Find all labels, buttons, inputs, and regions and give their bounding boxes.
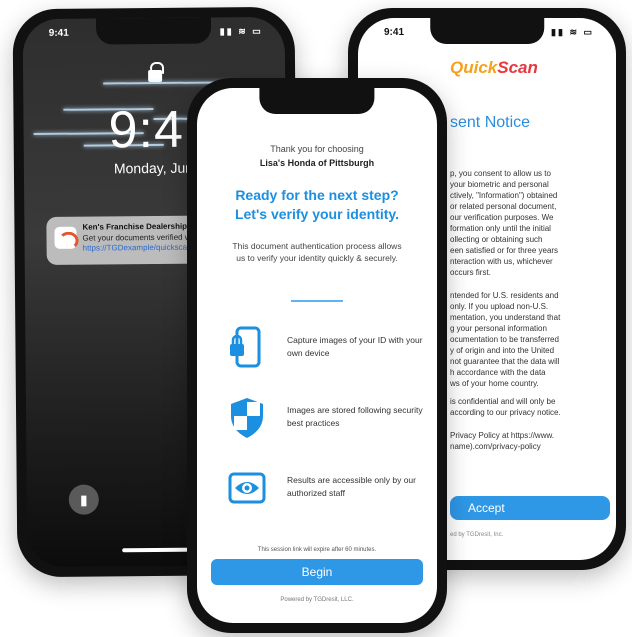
accept-label: Accept bbox=[468, 501, 505, 515]
feature-text: Capture images of your ID with your own … bbox=[287, 335, 423, 358]
mockup-stage: 9:41 ▮▮ ≋ ▭ 9:41 Monday, June Ken's Fran… bbox=[0, 0, 632, 637]
status-time: 9:41 bbox=[384, 27, 405, 38]
divider bbox=[291, 300, 343, 302]
consent-title: sent Notice bbox=[450, 114, 531, 131]
status-icons: ▮▮ ≋ ▭ bbox=[219, 26, 263, 37]
feature-item: Capture images of your ID with your own … bbox=[227, 326, 423, 370]
quickscan-logo: QuickScan bbox=[450, 58, 538, 78]
powered-by: Powered by TGDresit, LLC. bbox=[280, 597, 354, 603]
powered-by: ed by TGDresit, Inc. bbox=[450, 532, 504, 538]
page-heading: Ready for the next step? Let's verify yo… bbox=[197, 186, 437, 224]
thanks-text: Thank you for choosing bbox=[270, 144, 364, 154]
status-bar: 9:41 ▮▮ ≋ ▭ bbox=[358, 27, 616, 43]
dealer-name: Lisa's Honda of Pittsburgh bbox=[259, 158, 375, 168]
flashlight-icon[interactable]: ▮ bbox=[68, 484, 99, 515]
feature-text: Images are stored following security bes… bbox=[287, 405, 423, 428]
consent-paragraph: is confidential and will only be accordi… bbox=[450, 397, 561, 417]
expire-note: This session link will expire after 60 m… bbox=[257, 547, 377, 553]
shield-icon bbox=[227, 396, 267, 440]
heading-line-2: Let's verify your identity. bbox=[234, 206, 400, 222]
feature-item: Images are stored following security bes… bbox=[227, 396, 423, 440]
consent-paragraph: p, you consent to allow us to your biome… bbox=[450, 169, 559, 277]
status-icons: ▮▮ ≋ ▭ bbox=[551, 27, 594, 37]
verify-phone: Thank you for choosing Lisa's Honda of P… bbox=[187, 78, 447, 633]
brand-quick: Quick bbox=[450, 58, 498, 77]
description: This document authentication process all… bbox=[232, 241, 402, 263]
phone-id-icon bbox=[227, 326, 267, 370]
verify-screen: Thank you for choosing Lisa's Honda of P… bbox=[197, 88, 437, 623]
status-bar: 9:41 ▮▮ ≋ ▭ bbox=[23, 26, 285, 44]
brand-scan: Scan bbox=[497, 58, 538, 77]
feature-text: Results are accessible only by our autho… bbox=[287, 475, 416, 498]
status-time: 9:41 bbox=[48, 27, 69, 39]
privacy-policy-link[interactable]: Privacy Policy at https://www. name).com… bbox=[450, 430, 610, 452]
eye-icon bbox=[227, 466, 267, 510]
begin-button[interactable]: Begin bbox=[211, 559, 423, 585]
feature-item: Results are accessible only by our autho… bbox=[227, 466, 417, 510]
heading-line-1: Ready for the next step? bbox=[235, 187, 399, 203]
phone-notch bbox=[259, 88, 375, 114]
lock-icon bbox=[148, 69, 163, 83]
dealership-logo-icon bbox=[54, 226, 77, 249]
accept-button[interactable]: Accept bbox=[450, 496, 610, 520]
consent-paragraph: ntended for U.S. residents and only. If … bbox=[450, 291, 561, 388]
